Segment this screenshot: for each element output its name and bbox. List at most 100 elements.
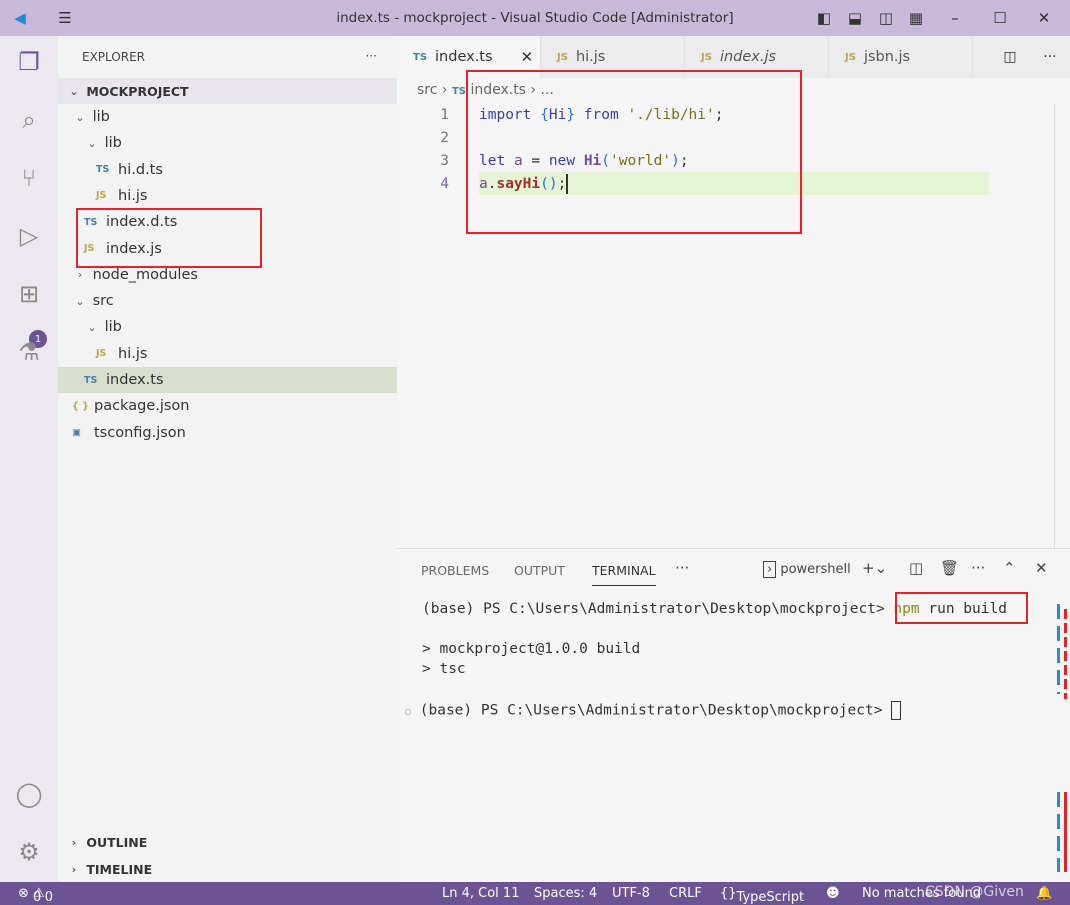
file-item[interactable]: TS index.ts [58,367,397,393]
customize-layout-icon[interactable]: ▦ [906,8,926,28]
notifications-icon[interactable]: 🔔 [1036,886,1052,901]
chevron-down-icon: ⌄ [75,110,85,124]
item-label: hi.js [118,187,148,204]
problems-status[interactable]: ⊗ 0 ⚠ 0 [18,886,53,905]
vscode-logo-icon: ◀ [14,9,26,27]
terminal-icon: › [763,561,777,578]
tab-label: index.ts [435,49,493,65]
tab-label: index.js [719,49,777,65]
outline-label: OUTLINE [86,834,148,850]
json-file-icon: { } [72,400,89,412]
explorer-title: EXPLORER [82,50,145,64]
javascript-file-icon: JS [701,51,712,63]
indentation[interactable]: Spaces: 4 [534,886,597,901]
file-item[interactable]: ▣ tsconfig.json [58,420,397,446]
explorer-icon[interactable]: ❐ [0,38,58,86]
close-window-button[interactable]: ✕ [1034,8,1054,28]
chevron-down-icon: ⌄ [87,136,97,150]
menu-icon[interactable]: ☰ [55,8,75,28]
item-label: tsconfig.json [94,424,186,441]
minimize-button[interactable]: – [945,8,965,28]
testing-icon[interactable]: ⚗ [0,328,58,376]
file-item[interactable]: JS hi.js [58,183,397,209]
javascript-file-icon: JS [557,51,568,63]
file-item[interactable]: TS hi.d.ts [58,157,397,183]
tab-terminal[interactable]: TERMINAL [592,563,656,586]
highlight-box-output-files [76,208,262,268]
tab-problems[interactable]: PROBLEMS [421,563,489,578]
new-terminal-icon[interactable]: +⌄ [862,559,887,577]
folder-item[interactable]: ⌄ src [58,288,397,314]
tab-jsbn-js[interactable]: JS jsbn.js [829,36,973,78]
close-panel-icon[interactable]: ✕ [1035,559,1048,577]
javascript-file-icon: JS [96,348,107,360]
settings-gear-icon[interactable]: ⚙ [0,828,58,876]
more-actions-icon[interactable]: ··· [971,559,985,577]
copilot-icon[interactable]: ☻ [826,886,840,901]
close-tab-icon[interactable]: ✕ [521,48,534,66]
folder-item[interactable]: ⌄ lib [58,130,397,156]
timeline-label: TIMELINE [86,861,153,877]
line-ending[interactable]: CRLF [669,886,702,901]
source-control-icon[interactable]: ⑂ [0,154,58,202]
breadcrumb-folder[interactable]: src [417,82,437,98]
javascript-file-icon: JS [845,51,856,63]
item-label: hi.d.ts [118,161,163,178]
highlight-box-command [895,592,1028,624]
maximize-button[interactable]: ☐ [990,8,1010,28]
typescript-file-icon: TS [413,51,428,63]
project-section[interactable]: ⌄ MOCKPROJECT [58,78,397,104]
more-actions-icon[interactable]: ··· [1043,49,1056,65]
file-item[interactable]: { } package.json [58,393,397,419]
accounts-icon[interactable]: ◯ [0,770,58,818]
search-icon[interactable]: ⌕ [0,96,58,144]
toggle-panel-icon[interactable]: ⬓ [845,8,865,28]
toggle-primary-sidebar-icon[interactable]: ◧ [814,8,834,28]
item-label: package.json [94,398,190,415]
folder-item[interactable]: ⌄ lib [58,314,397,340]
maximize-panel-icon[interactable]: ⌃ [1003,559,1016,577]
tab-label: jsbn.js [863,49,911,65]
item-label: lib [92,109,110,125]
line-number: 2 [440,129,449,146]
split-editor-icon[interactable]: ◫ [1003,49,1016,65]
terminal-line: > mockproject@1.0.0 build [422,641,641,657]
encoding[interactable]: UTF-8 [612,886,650,901]
timeline-section[interactable]: › TIMELINE [58,856,397,882]
tab-output[interactable]: OUTPUT [514,563,565,578]
run-debug-icon[interactable]: ▷ [0,212,58,260]
typescript-file-icon: TS [96,164,110,176]
highlight-box-code [466,70,802,234]
watermark: CSDN @Given [925,884,1024,900]
more-actions-icon[interactable]: ··· [366,49,377,63]
line-number: 3 [440,152,449,169]
chevron-right-icon: › [77,268,83,282]
chevron-down-icon: ⌄ [87,320,97,334]
chevron-down-icon: ⌄ [75,294,85,308]
item-label: lib [104,135,122,152]
javascript-file-icon: JS [96,190,107,202]
file-item[interactable]: JS hi.js [58,341,397,367]
typescript-file-icon: TS [84,374,98,386]
language-mode[interactable]: {} TypeScript [720,886,804,905]
outline-section[interactable]: › OUTLINE [58,829,397,855]
line-number: 4 [440,175,449,192]
item-label: lib [104,319,122,336]
editor-scrollbar[interactable] [1054,103,1055,548]
kill-terminal-icon[interactable]: 🗑 [940,559,959,577]
extensions-icon[interactable]: ⊞ [0,270,58,318]
terminal-shell-selector[interactable]: › powershell [763,561,851,578]
folder-item[interactable]: ⌄ lib [58,104,397,130]
line-number: 1 [440,106,449,123]
terminal-cursor [891,701,902,720]
terminal-markers [1064,792,1067,872]
tab-label: hi.js [575,49,606,65]
terminal-scrollbar[interactable] [1057,604,1060,694]
shell-name: powershell [780,562,851,577]
activity-bar: ❐ ⌕ ⑂ ▷ ⊞ 1 ⚗ ◯ ⚙ [0,36,58,882]
split-terminal-icon[interactable]: ◫ [909,559,923,577]
terminal-markers [1064,609,1067,699]
toggle-secondary-sidebar-icon[interactable]: ◫ [876,8,896,28]
more-tabs-icon[interactable]: ··· [675,559,689,577]
cursor-position[interactable]: Ln 4, Col 11 [442,886,519,901]
